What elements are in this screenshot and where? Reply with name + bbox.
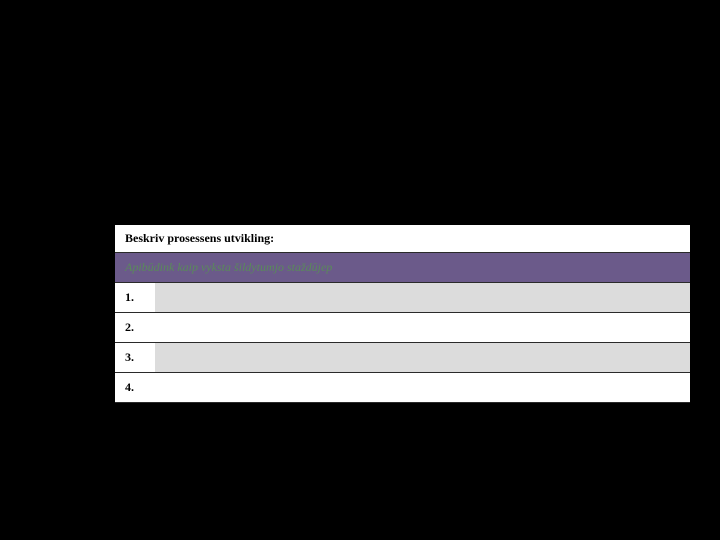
table-row: 2.: [115, 313, 690, 343]
subheader-text: Apibūdink kaip vyksta šildytumjo staždūj…: [125, 260, 332, 274]
header-row: Beskriv prosessens utvikling:: [115, 225, 690, 253]
row-number: 4.: [115, 373, 155, 402]
row-number: 1.: [115, 283, 155, 312]
row-content[interactable]: [155, 283, 690, 312]
row-content[interactable]: [155, 373, 690, 402]
row-content[interactable]: [155, 313, 690, 342]
row-content[interactable]: [155, 343, 690, 372]
subheader-row: Apibūdink kaip vyksta šildytumjo staždūj…: [115, 253, 690, 283]
form-table: Beskriv prosessens utvikling: Apibūdink …: [115, 225, 690, 405]
table-row: 3.: [115, 343, 690, 373]
header-title: Beskriv prosessens utvikling:: [125, 231, 274, 245]
table-row: 1.: [115, 283, 690, 313]
row-number: 2.: [115, 313, 155, 342]
row-number: 3.: [115, 343, 155, 372]
table-row: 4.: [115, 373, 690, 403]
table-bottom-border: [115, 403, 690, 405]
